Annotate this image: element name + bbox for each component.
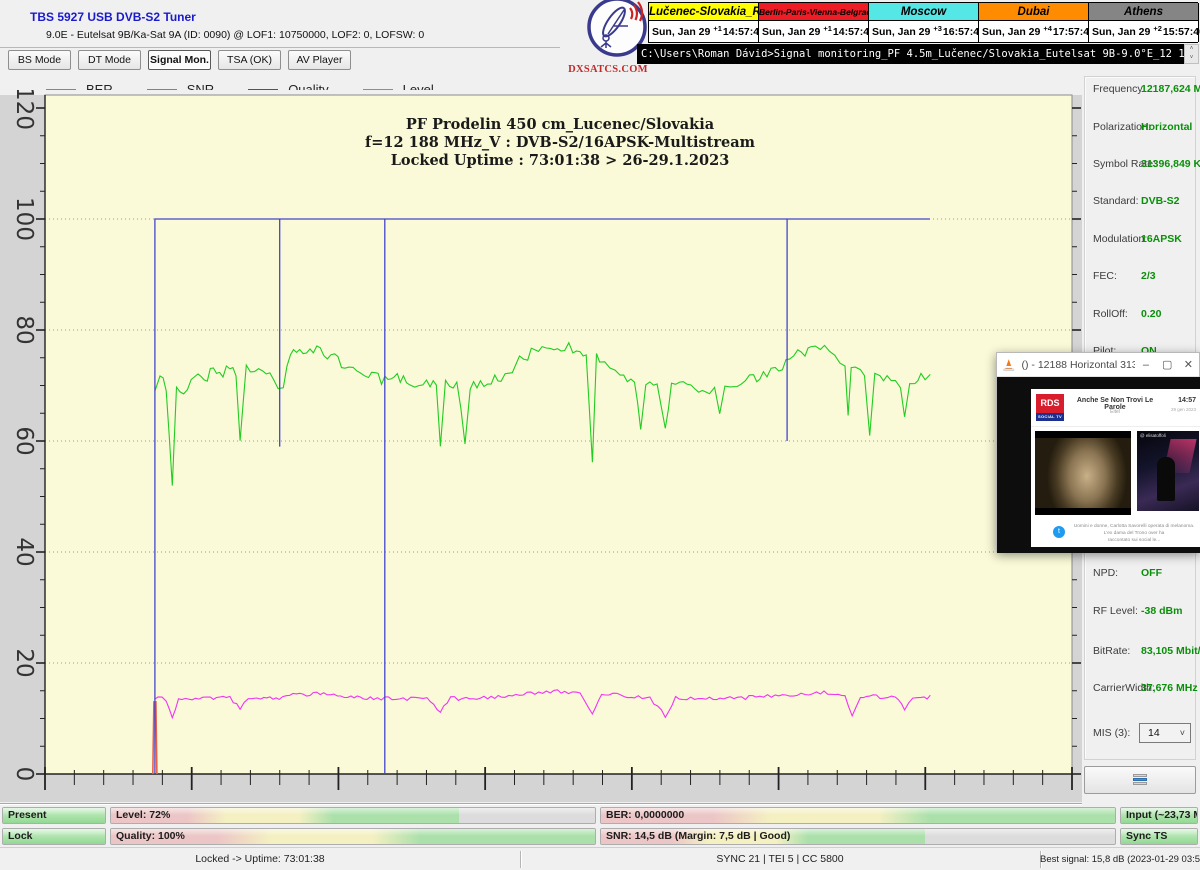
y-axis-label: 120 xyxy=(11,90,37,130)
stream-stack-icon xyxy=(1133,774,1147,787)
clock-utc-offset: +4 xyxy=(1043,24,1052,33)
broadcast-card: RDSSOCIAL TV Anche Se Non Trovi Le Parol… xyxy=(1031,389,1200,547)
clock-date: Sun, Jan 29 xyxy=(872,26,930,38)
clock-date: Sun, Jan 29 xyxy=(762,26,820,38)
y-axis-label: 60 xyxy=(11,426,37,455)
scroll-down-icon[interactable]: ˅ xyxy=(1185,54,1198,63)
rds-social-tv-logo: RDSSOCIAL TV xyxy=(1036,394,1064,421)
statusbar-best-signal: Best signal: 15,8 dB (2023-01-29 03:56) xyxy=(1040,848,1200,870)
statusbar-uptime: Locked -> Uptime: 73:01:38 xyxy=(0,848,520,870)
scroll-up-icon[interactable]: ˄ xyxy=(1185,45,1198,54)
clock-city-label: Athens xyxy=(1089,3,1198,21)
vlc-titlebar[interactable]: () - 12188 Horizontal 31396,849... – ▢ ✕ xyxy=(997,353,1199,377)
clock-time: 15:57:40 xyxy=(1163,26,1200,38)
video-thumbnail-singer xyxy=(1035,431,1131,515)
param-frequency: Frequency:12187,624 MHz xyxy=(1093,83,1197,97)
chart-bottom-divider xyxy=(0,803,1082,805)
clock-city-label: Moscow xyxy=(869,3,978,21)
quality-bar: Quality: 100% xyxy=(110,828,596,845)
param-npd: NPD:OFF xyxy=(1093,567,1197,581)
video-thumbnail-stage: @ elisatoffoli xyxy=(1137,431,1199,511)
plot-background xyxy=(45,95,1072,774)
input-indicator: Input (~23,73 Mbps) xyxy=(1120,807,1198,824)
y-axis-label: 0 xyxy=(11,767,37,782)
clock-utc-offset: +1 xyxy=(823,24,832,33)
satellite-subtitle: 9.0E - Eutelsat 9B/Ka-Sat 9A (ID: 0090) … xyxy=(46,29,424,41)
song-artist: Eitel xyxy=(1069,409,1161,415)
param-symbol-rate: Symbol Rate:31396,849 KS/s xyxy=(1093,158,1197,172)
clock-utc-offset: +3 xyxy=(933,24,942,33)
snr-bar: SNR: 14,5 dB (Margin: 7,5 dB | Good) xyxy=(600,828,1116,845)
stream-list-button[interactable] xyxy=(1084,766,1196,794)
statusbar: Locked -> Uptime: 73:01:38 SYNC 21 | TEI… xyxy=(0,847,1200,870)
social-post: t Uomini e donne, Carlotta Savorelli ope… xyxy=(1031,519,1200,547)
clock-city-label: Lučenec-Slovakia_R.Dávid xyxy=(649,3,758,21)
broadcast-card-header: RDSSOCIAL TV Anche Se Non Trovi Le Parol… xyxy=(1031,389,1200,427)
tab-dt-mode[interactable]: DT Mode xyxy=(78,50,141,70)
level-bar: Level: 72% xyxy=(110,807,596,824)
clock-dubai: Dubai Sun, Jan 29 +4 17:57:40 xyxy=(979,3,1089,42)
y-axis-label: 20 xyxy=(11,648,37,677)
param-rolloff: RollOff:0.20 xyxy=(1093,308,1197,322)
clock-city-label: Dubai xyxy=(979,3,1088,21)
close-button[interactable]: ✕ xyxy=(1178,354,1199,376)
signal-history-plot: 0 20 40 60 80 100 120 xyxy=(0,90,1082,802)
sync-ts-indicator: Sync TS xyxy=(1120,828,1198,845)
header-divider xyxy=(0,47,560,48)
chevron-down-icon: ˅ xyxy=(1180,724,1185,742)
tbs-tuner-window: TBS 5927 USB DVB-S2 Tuner 9.0E - Eutelsa… xyxy=(0,0,1200,870)
mis-dropdown[interactable]: 14˅ xyxy=(1139,723,1191,743)
clock-city-label: Berlin-Paris-Vienna-Belgrade xyxy=(759,3,868,21)
tab-signal-mon[interactable]: Signal Mon. xyxy=(148,50,211,70)
minimize-button[interactable]: – xyxy=(1135,354,1156,376)
ber-bar: BER: 0,0000000 xyxy=(600,807,1116,824)
clock-utc-offset: +2 xyxy=(1153,24,1162,33)
clock-utc-offset: +1 xyxy=(713,24,722,33)
broadcast-date: 29 gen 2023 xyxy=(1171,407,1196,412)
param-fec: FEC:2/3 xyxy=(1093,270,1197,284)
param-rf-level: RF Level:-38 dBm xyxy=(1093,605,1197,619)
lock-indicator: Lock xyxy=(2,828,106,845)
vlc-video-area[interactable]: RDSSOCIAL TV Anche Se Non Trovi Le Parol… xyxy=(997,377,1200,553)
mode-tab-bar: BS Mode DT Mode Signal Mon. TSA (OK) AV … xyxy=(8,50,351,70)
param-polarization: Polarization:Horizontal xyxy=(1093,121,1197,135)
vlc-player-window: () - 12188 Horizontal 31396,849... – ▢ ✕… xyxy=(996,352,1200,552)
signal-chart-region: BER SNR Quality Level 020406080100120 PF… xyxy=(0,72,1082,805)
param-bitrate: BitRate:83,105 Mbit/s xyxy=(1093,645,1197,659)
param-standard: Standard:DVB-S2 xyxy=(1093,195,1197,209)
vlc-cone-icon xyxy=(1002,358,1016,372)
clock-berlin: Berlin-Paris-Vienna-Belgrade Sun, Jan 29… xyxy=(759,3,869,42)
command-prompt[interactable]: C:\Users\Roman Dávid>Signal monitoring_P… xyxy=(637,44,1184,64)
chart-title: PF Prodelin 450 cm_Lucenec/Slovakia f=12… xyxy=(298,116,822,170)
param-carrier-width: CarrierWidth:37,676 MHz xyxy=(1093,682,1197,696)
y-axis-label: 100 xyxy=(11,197,37,241)
clock-date: Sun, Jan 29 xyxy=(652,26,710,38)
vlc-window-title: () - 12188 Horizontal 31396,849... xyxy=(1022,359,1136,371)
param-modulation: Modulation:16APSK xyxy=(1093,233,1197,247)
broadcast-time: 14:57 xyxy=(1178,397,1196,404)
tab-tsa[interactable]: TSA (OK) xyxy=(218,50,281,70)
tab-bs-mode[interactable]: BS Mode xyxy=(8,50,71,70)
maximize-button[interactable]: ▢ xyxy=(1157,354,1178,376)
y-axis-label: 40 xyxy=(11,537,37,566)
y-axis-label: 80 xyxy=(11,315,37,344)
clock-lucenec: Lučenec-Slovakia_R.Dávid Sun, Jan 29 +1 … xyxy=(649,3,759,42)
console-scrollbar[interactable]: ˄ ˅ xyxy=(1184,44,1199,64)
statusbar-sync-info: SYNC 21 | TEI 5 | CC 5800 xyxy=(520,848,1040,870)
clock-athens: Athens Sun, Jan 29 +2 15:57:40 xyxy=(1089,3,1199,42)
world-clocks: Lučenec-Slovakia_R.Dávid Sun, Jan 29 +1 … xyxy=(648,2,1198,43)
thumbnail-caption: @ elisatoffoli xyxy=(1140,433,1166,438)
present-indicator: Present xyxy=(2,807,106,824)
clock-moscow: Moscow Sun, Jan 29 +3 16:57:40 xyxy=(869,3,979,42)
clock-date: Sun, Jan 29 xyxy=(1092,26,1150,38)
tab-av-player[interactable]: AV Player xyxy=(288,50,351,70)
clock-date: Sun, Jan 29 xyxy=(982,26,1040,38)
window-title: TBS 5927 USB DVB-S2 Tuner xyxy=(30,10,196,24)
twitter-icon: t xyxy=(1053,526,1065,538)
